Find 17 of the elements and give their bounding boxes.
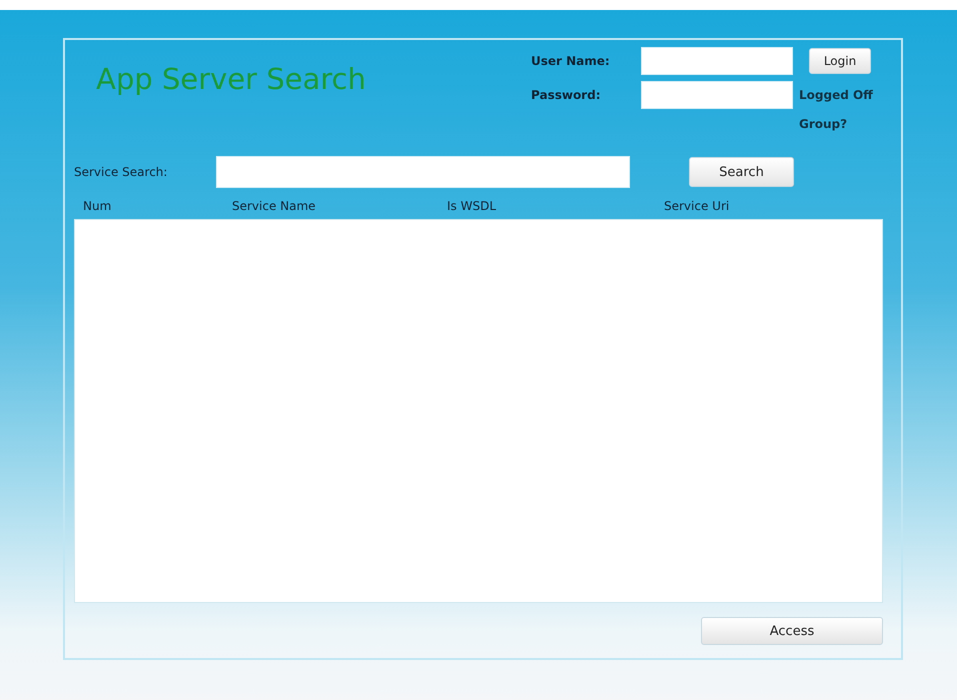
user-name-field[interactable]	[641, 47, 793, 75]
search-button[interactable]: Search	[689, 157, 794, 187]
login-button[interactable]: Login	[809, 48, 871, 74]
group-label: Group?	[799, 117, 848, 131]
column-header: Service Uri	[664, 198, 730, 212]
column-header: Is WSDL	[447, 198, 496, 212]
column-header: Service Name	[232, 198, 316, 212]
access-button[interactable]: Access	[701, 617, 883, 645]
password-label: Password:	[531, 88, 602, 102]
results-list[interactable]	[74, 219, 883, 603]
service-search-label: Service Search:	[74, 165, 168, 179]
column-header: Num	[83, 198, 112, 212]
password-field[interactable]	[641, 81, 793, 109]
app-title: App Server Search	[96, 62, 367, 98]
service-search-field[interactable]	[216, 156, 630, 188]
login-status: Logged Off	[799, 88, 874, 102]
user-name-label: User Name:	[531, 54, 611, 68]
